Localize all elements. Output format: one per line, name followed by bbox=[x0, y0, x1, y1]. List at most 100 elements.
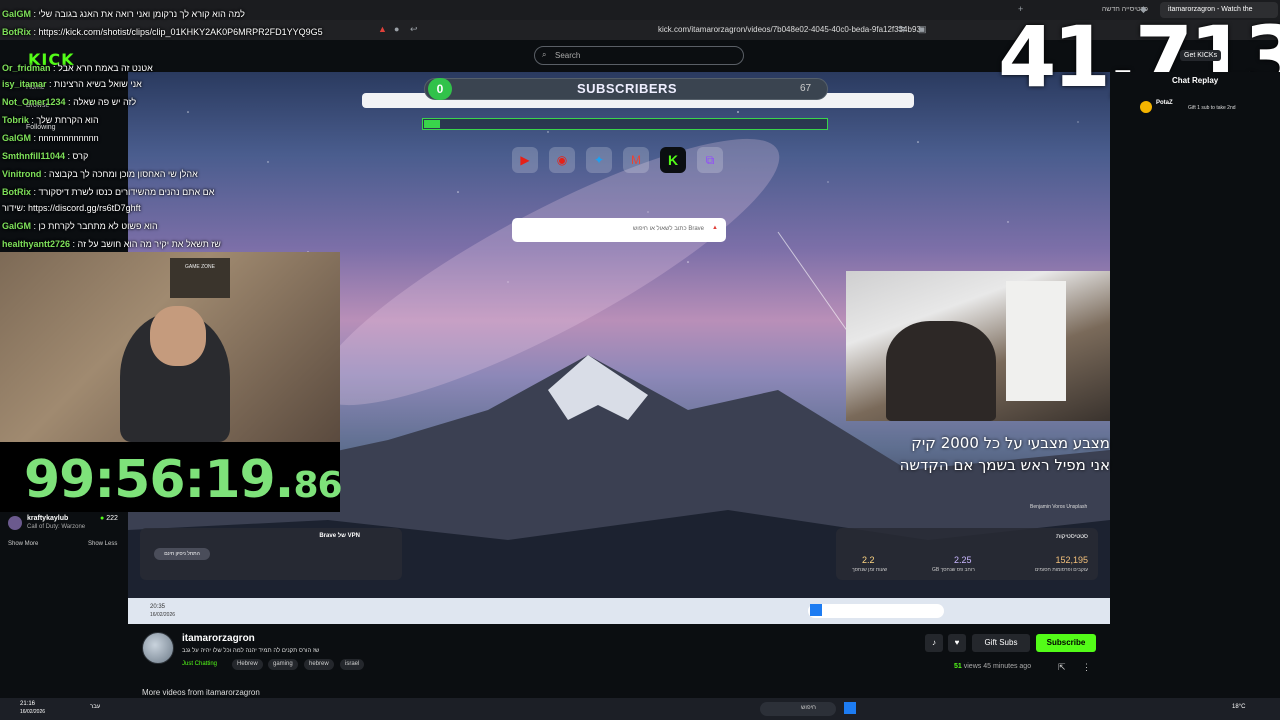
tag[interactable]: israel bbox=[340, 659, 365, 670]
timer-ms: 86 bbox=[293, 465, 342, 506]
chat-text: אני שואל בשיא הרצינות bbox=[54, 79, 142, 89]
search-input[interactable]: ⌕ Search bbox=[534, 46, 744, 65]
brave-shield-icon[interactable]: ▲ bbox=[378, 24, 387, 34]
bookmark-icon[interactable]: ▣ bbox=[918, 24, 927, 35]
category-link[interactable]: Just Chatting bbox=[182, 661, 217, 667]
kick-shortcut-icon[interactable]: K bbox=[660, 147, 686, 173]
caption-line-1: מצבע מצבעי על כל 2000 קיק bbox=[911, 434, 1110, 452]
avatar[interactable] bbox=[142, 632, 174, 664]
more-options-icon[interactable]: ⋮ bbox=[1082, 662, 1091, 673]
address-url[interactable]: kick.com/itamarorzagron/videos/7b048e02-… bbox=[658, 25, 921, 34]
chat-username[interactable]: Or_fridman bbox=[2, 63, 51, 73]
taskbar-search-label: חיפוש bbox=[801, 705, 816, 711]
share-icon[interactable]: ⇆ bbox=[898, 24, 906, 35]
chat-text: שידור: https://discord.gg/rs6tD7ghft bbox=[2, 203, 141, 213]
chat-separator: : bbox=[31, 187, 39, 197]
chat-message: healthyantt2726 : שז תשאל את יקיר מה הוא… bbox=[2, 238, 221, 250]
chat-username[interactable]: isy_itamar bbox=[2, 79, 47, 89]
tag[interactable]: hebrew bbox=[304, 659, 334, 670]
chat-username[interactable]: healthyantt2726 bbox=[2, 239, 70, 249]
show-less-button[interactable]: Show Less bbox=[88, 541, 117, 547]
chat-message: שידור: https://discord.gg/rs6tD7ghft bbox=[2, 202, 141, 214]
windows-start-icon[interactable] bbox=[810, 604, 822, 616]
chat-username[interactable]: GalGM bbox=[2, 221, 31, 231]
twitter-icon[interactable]: ✦ bbox=[586, 147, 612, 173]
inner-search-box[interactable]: כתוב לשאול או חיפוש Brave ▲ bbox=[512, 218, 726, 242]
get-kicks-button[interactable]: Get KICKs bbox=[1180, 50, 1222, 61]
rewards-icon[interactable]: ● bbox=[394, 24, 399, 34]
viewer-count: ● 222 bbox=[100, 515, 118, 522]
stream-title: שז הורס תקנים לה תמיד יהנה למה וכל שלו י… bbox=[182, 648, 320, 654]
chat-username[interactable]: Not_Omer1234 bbox=[2, 97, 66, 107]
chat-text: לזה יש פה שאלה bbox=[73, 97, 137, 107]
chat-text: אטנט זה באמת חרא אבל bbox=[58, 63, 153, 73]
gift-subs-label: Gift Subs bbox=[984, 638, 1018, 647]
photo-credit: Benjamin Voros Unsplash bbox=[1030, 504, 1088, 510]
recommended-channel-name[interactable]: kraftykaylub bbox=[27, 515, 68, 522]
vpn-trial-button[interactable]: התחל ניסיון חינם bbox=[154, 548, 210, 560]
windows-start-icon[interactable] bbox=[844, 702, 856, 714]
youtube-studio-icon[interactable]: ◉ bbox=[549, 147, 575, 173]
share-icon[interactable]: ⇱ bbox=[1058, 662, 1066, 673]
chat-user[interactable]: PotaZ bbox=[1156, 100, 1173, 106]
recommended-channel-category: Call of Duty: Warzone bbox=[27, 524, 86, 530]
chat-text: שז תשאל את יקיר מה הוא חושב על זה bbox=[77, 239, 221, 249]
chat-username[interactable]: Vinitrond bbox=[2, 169, 41, 179]
goal-progress-fill bbox=[424, 120, 440, 128]
tag[interactable]: Hebrew bbox=[232, 659, 263, 670]
chat-separator: : bbox=[65, 97, 74, 107]
notification-bell-button[interactable]: ♪ bbox=[925, 634, 943, 652]
subscribe-label: Subscribe bbox=[1046, 638, 1086, 647]
chat-username[interactable]: BotRix bbox=[2, 27, 31, 37]
stats-card: סטטיסטיקות 152,195 עוקבים ופרסומות חסומי… bbox=[836, 528, 1098, 580]
taskbar-search[interactable]: חיפוש bbox=[760, 702, 836, 716]
poster: GAME ZONE bbox=[170, 258, 230, 298]
chat-separator: : bbox=[65, 151, 73, 161]
tag[interactable]: gaming bbox=[268, 659, 298, 670]
chat-message: Smthnfill11044 : קרס bbox=[2, 150, 88, 162]
inner-taskbar-search[interactable] bbox=[808, 604, 944, 618]
view-count-value: 51 bbox=[954, 663, 962, 670]
chat-separator: : bbox=[50, 63, 59, 73]
stat-label: עוקבים ופרסומות חסומים bbox=[1034, 567, 1088, 573]
person bbox=[886, 321, 996, 421]
right-chat-panel bbox=[1110, 72, 1280, 632]
subscribe-button[interactable]: Subscribe bbox=[1036, 634, 1096, 652]
brave-icon: ▲ bbox=[712, 225, 718, 231]
chat-message: Tobrik : הוא הקרחת שלך bbox=[2, 114, 99, 126]
windows-taskbar: 21:16 16/02/2026 עבר חיפוש 18°C bbox=[0, 698, 1280, 720]
gift-subs-button[interactable]: Gift Subs bbox=[972, 634, 1030, 652]
vpn-card: Brave של VPN התחל ניסיון חינם bbox=[140, 528, 402, 580]
youtube-icon[interactable]: ▶ bbox=[512, 147, 538, 173]
user-badge-icon bbox=[1140, 101, 1152, 113]
follow-button[interactable]: ♥ bbox=[948, 634, 966, 652]
stat-value: 152,195 bbox=[1055, 555, 1088, 565]
chat-separator: : bbox=[41, 169, 49, 179]
vpn-title: Brave של VPN bbox=[319, 533, 360, 539]
subscriber-label: SUBSCRIBERS bbox=[576, 81, 678, 96]
taskbar-date: 16/02/2026 bbox=[20, 709, 46, 715]
language-indicator[interactable]: עבר bbox=[90, 704, 100, 710]
channel-name[interactable]: itamarorzagron bbox=[182, 633, 255, 644]
chat-separator: : bbox=[31, 9, 39, 19]
gift-note: Gift 1 sub to take 2nd bbox=[1188, 105, 1236, 111]
stat-value: 2.25 bbox=[954, 555, 972, 565]
chat-text: https://kick.com/shotist/clips/clip_01KH… bbox=[38, 27, 323, 37]
avatar[interactable] bbox=[8, 516, 22, 530]
chat-text: הוא פשוט לא מתחבר לקרחת כן bbox=[38, 221, 158, 231]
show-more-button[interactable]: Show More bbox=[8, 541, 38, 547]
gmail-icon[interactable]: M bbox=[623, 147, 649, 173]
back-icon[interactable]: ↩ bbox=[410, 24, 418, 35]
chat-username[interactable]: Smthnfill11044 bbox=[2, 151, 65, 161]
inner-taskbar: 20:35 16/02/2026 bbox=[128, 598, 1110, 624]
twitch-icon[interactable]: ⧉ bbox=[697, 147, 723, 173]
caption: מצבע מצבעי על כל 2000 קיק אני מפיל ראש ב… bbox=[846, 432, 1110, 476]
chat-username[interactable]: GalGM bbox=[2, 133, 31, 143]
chat-username[interactable]: GalGM bbox=[2, 9, 31, 19]
chat-username[interactable]: BotRix bbox=[2, 187, 31, 197]
webcam-feed: GAME ZONE bbox=[0, 252, 340, 442]
views-label: views bbox=[963, 663, 982, 670]
chat-username[interactable]: Tobrik bbox=[2, 115, 29, 125]
chat-text: nnnnnnnnnnnn bbox=[38, 133, 99, 143]
inner-search-hint: כתוב לשאול או חיפוש Brave bbox=[632, 226, 704, 232]
